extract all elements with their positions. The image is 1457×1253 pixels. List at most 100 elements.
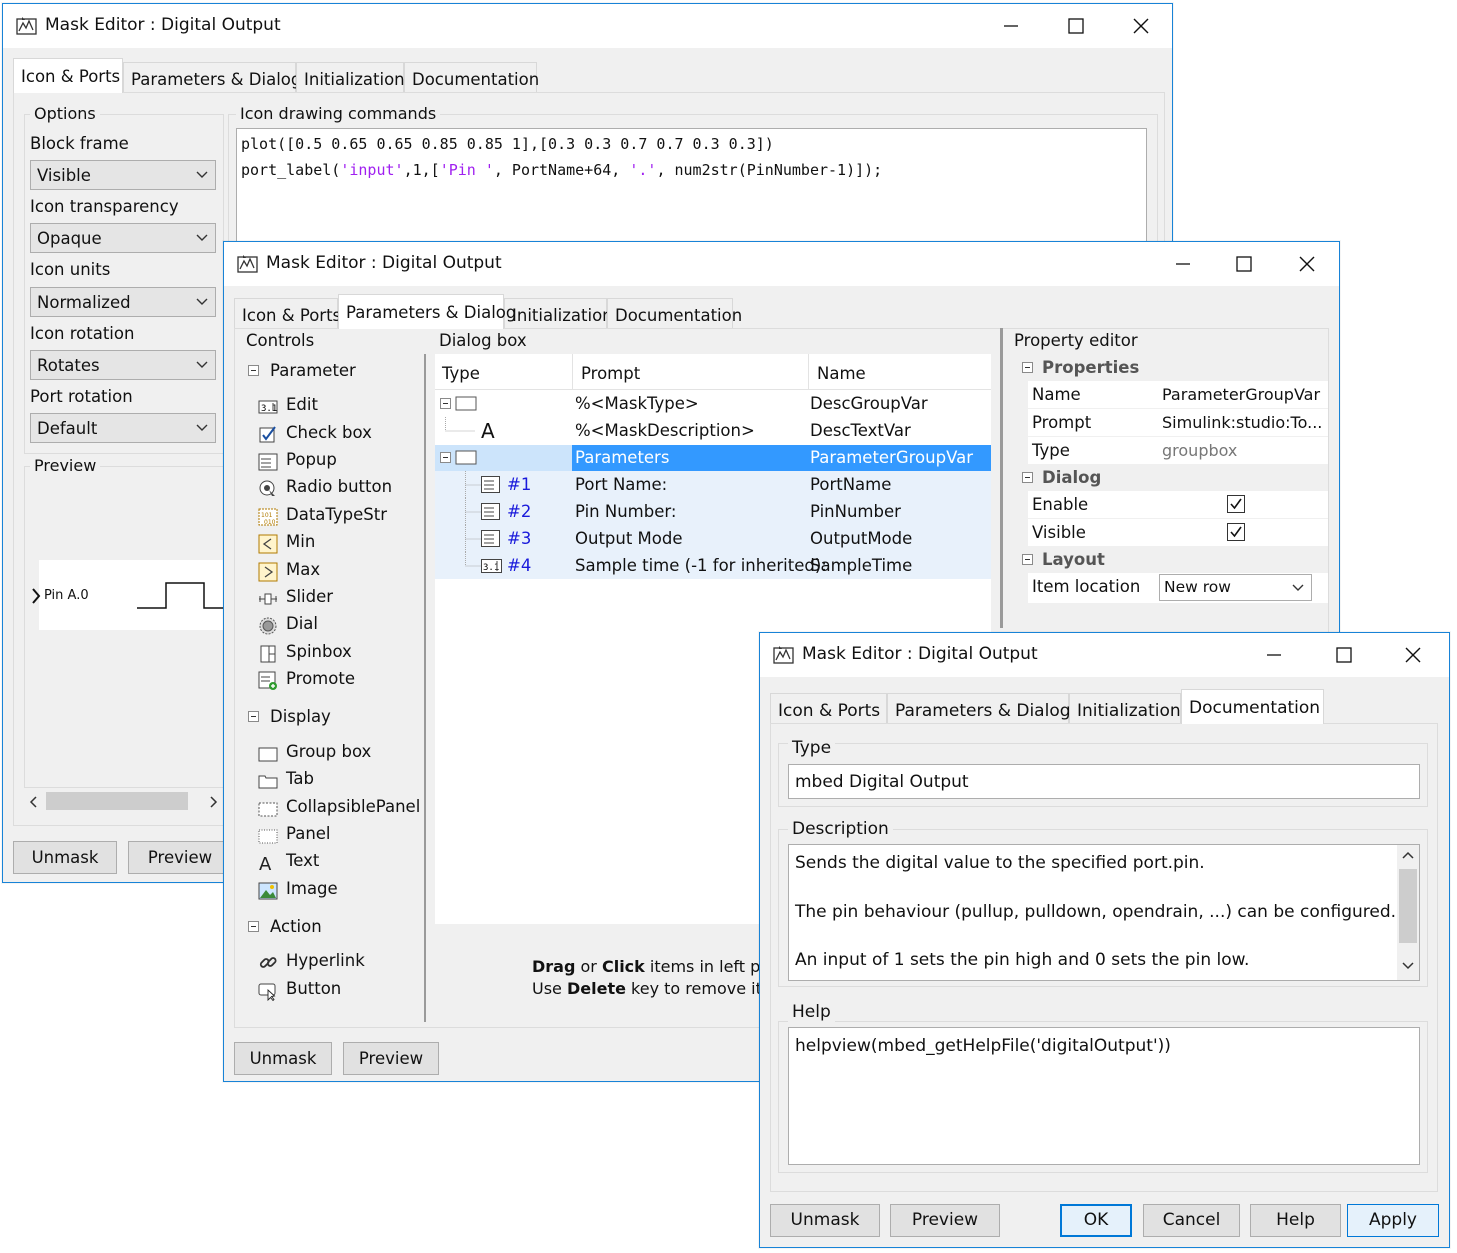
icon-rotation-select[interactable]: Rotates xyxy=(30,350,216,380)
column-header-prompt[interactable]: Prompt xyxy=(581,364,640,383)
table-row[interactable]: 3.1 #4 Sample time (-1 for inherited): S… xyxy=(435,552,991,579)
control-label: Radio button xyxy=(286,477,393,496)
help-textarea[interactable]: helpview(mbed_getHelpFile('digitalOutput… xyxy=(788,1027,1420,1165)
minimize-button[interactable] xyxy=(989,10,1033,42)
tab-documentation[interactable]: Documentation xyxy=(607,298,742,328)
tab-initialization[interactable]: Initialization xyxy=(1069,693,1181,723)
control-label: Edit xyxy=(286,395,318,414)
preview-button[interactable]: Preview xyxy=(890,1204,1000,1237)
collapse-icon[interactable] xyxy=(248,365,259,376)
icon-units-select[interactable]: Normalized xyxy=(30,287,216,317)
preview-scrollbar[interactable] xyxy=(24,790,229,812)
icon-transparency-select[interactable]: Opaque xyxy=(30,223,216,253)
collapse-icon[interactable] xyxy=(440,452,452,464)
unmask-button[interactable]: Unmask xyxy=(770,1204,880,1237)
scroll-left-icon[interactable] xyxy=(29,796,37,808)
collapse-icon[interactable] xyxy=(248,921,259,932)
table-row[interactable]: A %<MaskDescription> DescTextVar xyxy=(435,417,991,444)
maximize-button[interactable] xyxy=(1054,10,1098,42)
code-token: ,1,[ xyxy=(403,161,440,179)
type-input[interactable]: mbed Digital Output xyxy=(788,764,1420,799)
tab-parameters-dialog[interactable]: Parameters & Dialog xyxy=(123,62,301,92)
description-textarea[interactable]: Sends the digital value to the specified… xyxy=(788,844,1420,981)
property-row-prompt[interactable]: Prompt Simulink:studio:To... xyxy=(1028,409,1328,436)
table-row-selected[interactable]: Parameters ParameterGroupVar xyxy=(435,444,991,471)
code-string: 'Pin ' xyxy=(439,161,494,179)
scroll-up-icon[interactable] xyxy=(1402,851,1414,859)
property-row-name[interactable]: Name ParameterGroupVar xyxy=(1028,381,1328,408)
property-row-visible[interactable]: Visible xyxy=(1028,519,1328,546)
collapsible-panel-icon xyxy=(258,802,278,817)
column-header-type[interactable]: Type xyxy=(442,364,480,383)
item-location-select[interactable]: New row xyxy=(1159,574,1312,601)
chevron-down-icon xyxy=(196,234,208,241)
table-row[interactable]: #2 Pin Number: PinNumber xyxy=(435,498,991,525)
cancel-button[interactable]: Cancel xyxy=(1143,1204,1240,1237)
unmask-button[interactable]: Unmask xyxy=(234,1042,332,1075)
scroll-right-icon[interactable] xyxy=(210,796,218,808)
property-row-type[interactable]: Type groupbox xyxy=(1028,437,1328,464)
close-button[interactable] xyxy=(1119,10,1163,42)
tab-icon-ports[interactable]: Icon & Ports xyxy=(770,693,887,723)
tab-parameters-dialog[interactable]: Parameters & Dialog xyxy=(887,693,1071,723)
table-row[interactable]: #1 Port Name: PortName xyxy=(435,471,991,498)
property-row-enable[interactable]: Enable xyxy=(1028,491,1328,518)
close-icon xyxy=(1299,256,1315,272)
table-row[interactable]: %<MaskType> DescGroupVar xyxy=(435,390,991,417)
ok-button[interactable]: OK xyxy=(1060,1204,1132,1237)
tab-initialization[interactable]: Initialization xyxy=(504,298,613,328)
icon-rotation-label: Icon rotation xyxy=(30,324,135,343)
control-label: CollapsiblePanel xyxy=(286,797,421,816)
icon-transparency-label: Icon transparency xyxy=(30,197,179,216)
scroll-thumb[interactable] xyxy=(1399,869,1417,943)
control-label: Check box xyxy=(286,423,372,442)
visible-checkbox[interactable] xyxy=(1227,523,1245,541)
tab-parameters-dialog[interactable]: Parameters & Dialog xyxy=(338,294,516,329)
dialog-box-label: Dialog box xyxy=(439,331,527,350)
row-prompt: Sample time (-1 for inherited): xyxy=(575,556,827,575)
pulse-plot xyxy=(137,582,237,609)
property-key: Prompt xyxy=(1032,413,1092,432)
icon-units-value: Normalized xyxy=(37,293,131,312)
collapse-icon[interactable] xyxy=(1022,472,1033,483)
tab-icon-ports[interactable]: Icon & Ports xyxy=(234,298,341,328)
port-rotation-select[interactable]: Default xyxy=(30,413,216,443)
preview-button[interactable]: Preview xyxy=(343,1042,439,1075)
close-button[interactable] xyxy=(1391,639,1435,671)
hint-text: or xyxy=(575,957,602,976)
unmask-button[interactable]: Unmask xyxy=(13,841,117,874)
help-button[interactable]: Help xyxy=(1250,1204,1341,1237)
column-divider[interactable] xyxy=(572,354,573,390)
tab-icon-ports[interactable]: Icon & Ports xyxy=(13,58,123,93)
row-prompt: Parameters xyxy=(575,448,670,467)
radio-icon xyxy=(259,480,275,496)
column-divider[interactable] xyxy=(808,354,809,390)
tab-initialization[interactable]: Initialization xyxy=(296,62,405,92)
tab-documentation[interactable]: Documentation xyxy=(404,62,539,92)
close-button[interactable] xyxy=(1285,248,1329,280)
collapse-icon[interactable] xyxy=(1022,554,1033,565)
column-header-name[interactable]: Name xyxy=(817,364,866,383)
block-frame-select[interactable]: Visible xyxy=(30,160,216,190)
property-row-item-location[interactable]: Item location New row xyxy=(1028,573,1328,603)
collapse-icon[interactable] xyxy=(1022,362,1033,373)
section-label: Layout xyxy=(1042,550,1105,569)
minimize-button[interactable] xyxy=(1252,639,1296,671)
description-line-1: Sends the digital value to the specified… xyxy=(795,853,1205,873)
tab-documentation[interactable]: Documentation xyxy=(1181,689,1324,724)
help-label: Help xyxy=(788,1002,835,1022)
table-header: Type Prompt Name xyxy=(435,354,991,390)
collapse-icon[interactable] xyxy=(248,711,259,722)
scroll-thumb[interactable] xyxy=(46,792,188,810)
apply-button[interactable]: Apply xyxy=(1347,1204,1439,1237)
collapse-icon[interactable] xyxy=(440,398,452,410)
enable-checkbox[interactable] xyxy=(1227,495,1245,513)
row-name: SampleTime xyxy=(810,556,913,575)
maximize-button[interactable] xyxy=(1222,248,1266,280)
scroll-down-icon[interactable] xyxy=(1402,962,1414,970)
description-scrollbar[interactable] xyxy=(1397,845,1419,980)
table-row[interactable]: #3 Output Mode OutputMode xyxy=(435,525,991,552)
maximize-button[interactable] xyxy=(1322,639,1366,671)
minimize-button[interactable] xyxy=(1161,248,1205,280)
preview-button[interactable]: Preview xyxy=(128,841,232,874)
